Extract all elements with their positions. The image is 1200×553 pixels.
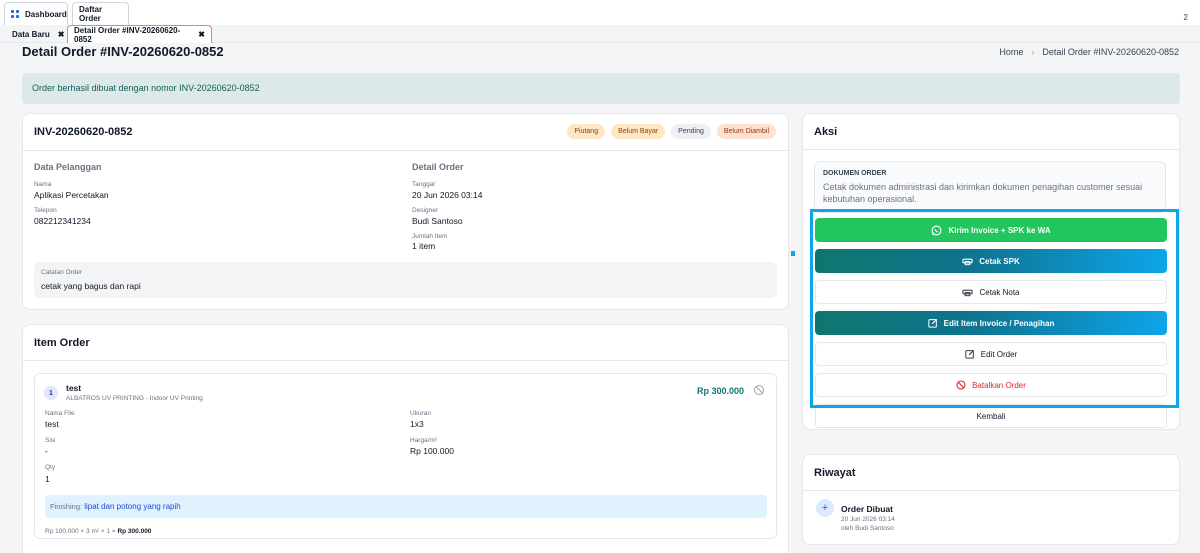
side-label: Sisi <box>45 437 56 444</box>
page-title: Detail Order #INV-20260620-0852 <box>22 44 224 59</box>
item-source: ALBATROS UV PRINTING - Indoor UV Printin… <box>66 395 203 402</box>
file-name: test <box>45 419 59 429</box>
item-order-card: Item Order 1 test ALBATROS UV PRINTING -… <box>22 324 789 553</box>
back-button[interactable]: Kembali <box>815 404 1167 428</box>
document-title: DOKUMEN ORDER <box>823 170 887 177</box>
history-card: Riwayat + Order Dibuat 20 Jun 2026 03:14… <box>802 454 1180 545</box>
price-calculation: Rp 100.000 × 3 m² × 1 = Rp 300.000 <box>45 528 152 535</box>
status-badge: Piutang <box>567 124 606 139</box>
item-price: Rp 300.000 <box>696 386 744 396</box>
breadcrumb-home[interactable]: Home <box>999 47 1023 57</box>
actions-title: Aksi <box>803 114 1179 150</box>
chevron-right-icon: › <box>1031 47 1035 57</box>
divider <box>23 150 788 151</box>
document-info: DOKUMEN ORDER Cetak dokumen administrasi… <box>814 161 1166 213</box>
designer-name: Budi Santoso <box>412 216 463 226</box>
item-side: - <box>45 446 48 456</box>
invoice-number: INV-20260620-0852 <box>34 126 133 138</box>
actions-card: Aksi DOKUMEN ORDER Cetak dokumen adminis… <box>802 113 1180 430</box>
date-label: Tanggal <box>412 181 435 188</box>
status-badge: Belum Bayar <box>611 124 666 139</box>
send-wa-button[interactable]: Kirim Invoice + SPK ke WA <box>815 218 1167 242</box>
order-card: INV-20260620-0852 Piutang Belum Bayar Pe… <box>22 113 789 310</box>
item-rate: Rp 100.000 <box>410 446 454 456</box>
top-counter: 2 <box>1183 13 1188 22</box>
status-badge: Belum Diambil <box>716 124 776 139</box>
customer-name: Aplikasi Percetakan <box>34 190 109 200</box>
edit-icon <box>965 349 974 359</box>
close-icon[interactable]: ✖ <box>58 30 65 39</box>
customer-section-title: Data Pelanggan <box>34 162 102 172</box>
phone-label: Telepon <box>34 207 57 214</box>
edit-icon <box>927 318 937 328</box>
finishing-note: Finishing: lipat dan potong yang rapih <box>45 495 767 518</box>
print-spk-button[interactable]: Cetak SPK <box>815 249 1167 273</box>
notes-label: Catatan Order <box>41 269 83 276</box>
item-count: 1 item <box>412 241 436 251</box>
item-size: 1x3 <box>410 419 424 429</box>
whatsapp-icon <box>931 225 942 235</box>
event-by: oleh Budi Santoso <box>841 525 894 532</box>
size-label: Ukuran <box>410 410 431 417</box>
item-order-title: Item Order <box>23 325 788 361</box>
file-label: Nama File <box>45 410 75 417</box>
printer-icon <box>962 258 973 266</box>
notes-text: cetak yang bagus dan rapi <box>41 281 141 291</box>
item-number: 1 <box>44 386 58 400</box>
edit-order-button[interactable]: Edit Order <box>815 342 1167 366</box>
printer-icon <box>962 289 974 297</box>
qty-label: Qty <box>45 464 56 471</box>
document-description: Cetak dokumen administrasi dan kirimkan … <box>823 182 1143 204</box>
order-item: 1 test ALBATROS UV PRINTING - Indoor UV … <box>34 373 777 539</box>
success-alert: Order berhasil dibuat dengan nomor INV-2… <box>22 73 1180 104</box>
scroll-marker <box>791 251 795 256</box>
order-date: 20 Jun 2026 03:14 <box>412 190 483 200</box>
item-count-label: Jumlah Item <box>412 233 448 240</box>
cancel-order-button[interactable]: Batalkan Order <box>815 373 1167 397</box>
print-nota-button[interactable]: Cetak Nota <box>815 280 1167 304</box>
edit-invoice-button[interactable]: Edit Item Invoice / Penagihan <box>815 311 1167 335</box>
cancel-item-icon[interactable] <box>754 385 764 395</box>
breadcrumb-current: Detail Order #INV-20260620-0852 <box>1042 47 1179 57</box>
subtab-data-baru[interactable]: Data Baru ✖ <box>6 25 71 43</box>
detail-section-title: Detail Order <box>412 162 464 172</box>
close-icon[interactable]: ✖ <box>198 30 205 39</box>
status-badges: Piutang Belum Bayar Pending Belum Diambi… <box>567 124 776 139</box>
plus-icon: + <box>816 499 834 517</box>
top-tab-bar: Dashboard Daftar Order 2 <box>0 0 1200 25</box>
event-title: Order Dibuat <box>841 504 893 514</box>
status-badge: Pending <box>671 124 711 139</box>
order-notes: Catatan Order cetak yang bagus dan rapi <box>34 262 777 298</box>
designer-label: Designer <box>412 207 439 214</box>
breadcrumb: Home › Detail Order #INV-20260620-0852 <box>999 47 1179 57</box>
event-time: 20 Jun 2026 03:14 <box>841 516 895 523</box>
tab-daftar-order[interactable]: Daftar Order <box>72 2 129 25</box>
history-title: Riwayat <box>803 455 1179 491</box>
sub-tab-bar: Data Baru ✖ Detail Order #INV-20260620-0… <box>0 25 1200 44</box>
item-name: test <box>66 383 82 393</box>
subtab-detail-order[interactable]: Detail Order #INV-20260620-0852 ✖ <box>67 25 212 44</box>
item-qty: 1 <box>45 474 50 484</box>
customer-phone: 082212341234 <box>34 216 91 226</box>
ban-icon <box>956 380 966 390</box>
tab-dashboard[interactable]: Dashboard <box>4 2 68 25</box>
name-label: Nama <box>34 181 52 188</box>
dashboard-grid-icon <box>11 10 19 18</box>
rate-label: Harga/m² <box>410 437 438 444</box>
